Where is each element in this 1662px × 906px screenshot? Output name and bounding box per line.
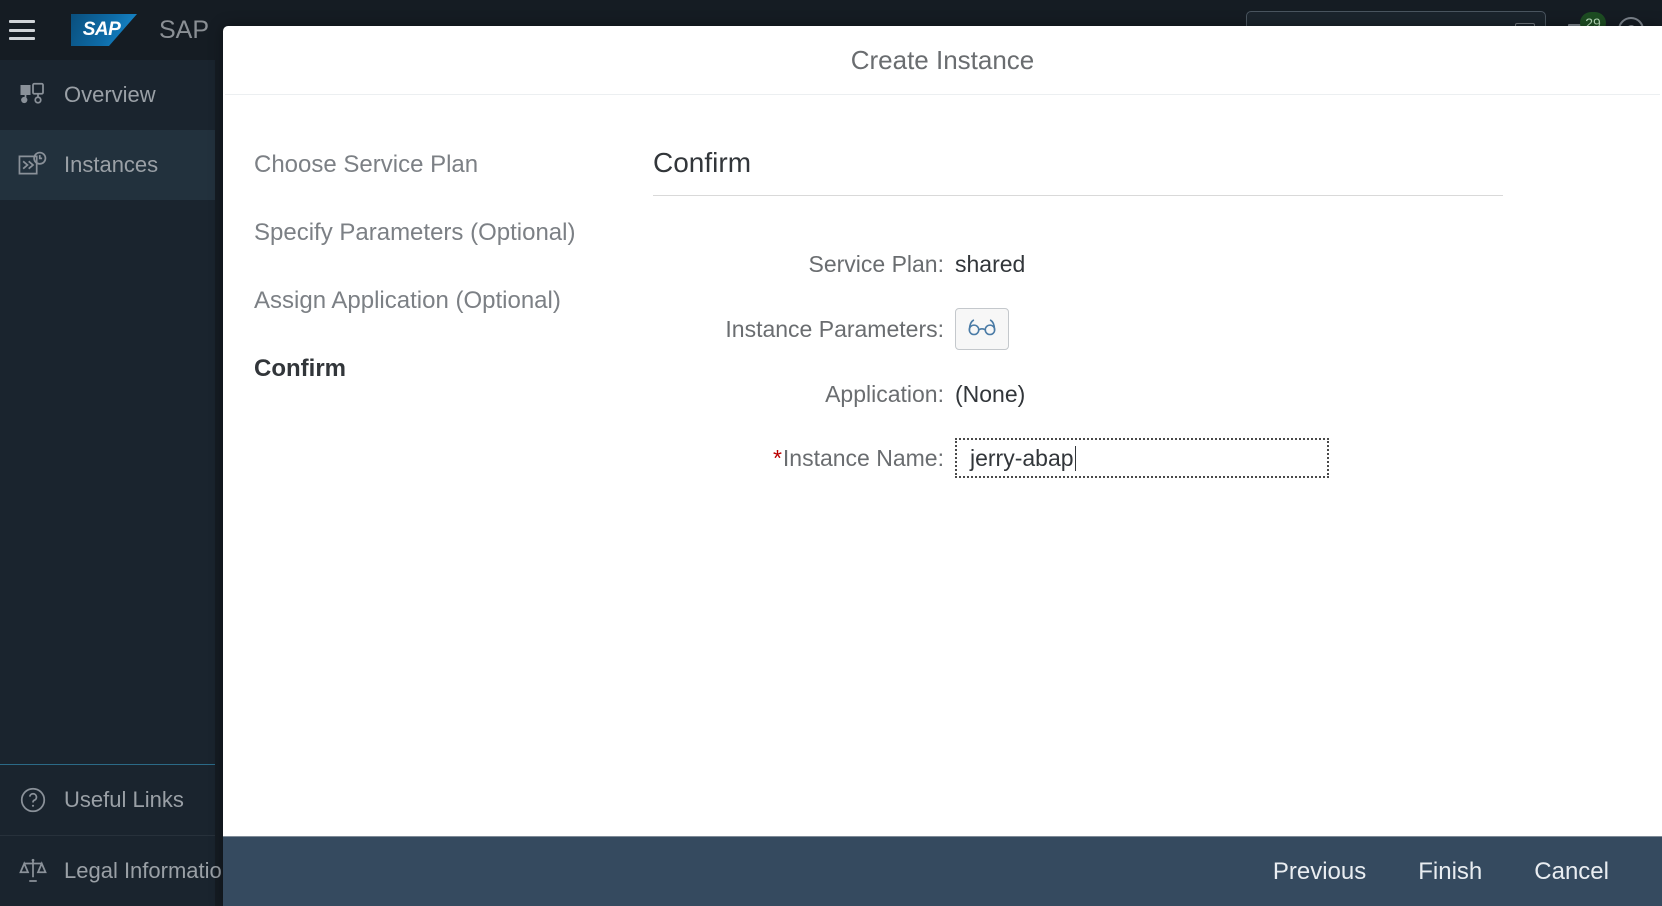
wizard-step-confirm[interactable]: Confirm <box>254 355 653 383</box>
service-plan-value: shared <box>955 251 1025 278</box>
application-value: (None) <box>955 381 1025 408</box>
sidebar-item-label: Instances <box>64 152 158 178</box>
sidebar-item-legal-information[interactable]: Legal Information <box>0 836 215 906</box>
dialog-body: Choose Service Plan Specify Parameters (… <box>223 95 1662 836</box>
sidebar-item-label: Legal Information <box>64 858 234 884</box>
app-root: SAP SAP 29 ? <box>0 0 1662 906</box>
instance-name-input[interactable]: jerry-abap <box>955 438 1329 478</box>
glasses-icon <box>967 317 997 342</box>
question-circle-icon <box>10 785 56 815</box>
sap-logo[interactable]: SAP <box>71 14 137 46</box>
sidebar-item-useful-links[interactable]: Useful Links <box>0 765 215 835</box>
pane-heading-rule <box>653 195 1503 196</box>
instance-name-label-text: Instance Name: <box>783 445 944 471</box>
instance-name-value: jerry-abap <box>970 445 1074 472</box>
sidebar-item-instances[interactable]: Instances <box>0 130 215 200</box>
finish-button[interactable]: Finish <box>1400 850 1500 894</box>
instances-icon <box>10 151 56 179</box>
form-row-service-plan: Service Plan: shared <box>653 244 1503 284</box>
dialog-title: Create Instance <box>223 26 1662 94</box>
sidebar: Overview Instances <box>0 60 215 906</box>
pane-heading: Confirm <box>653 147 1503 195</box>
sap-logo-text: SAP <box>83 19 121 41</box>
confirm-form: Service Plan: shared Instance Parameters… <box>653 244 1503 478</box>
instance-name-label: *Instance Name: <box>653 445 955 472</box>
sidebar-item-label: Useful Links <box>64 787 184 813</box>
view-instance-parameters-button[interactable] <box>955 308 1009 350</box>
form-row-application: Application: (None) <box>653 374 1503 414</box>
shell-app-title: SAP <box>159 16 209 45</box>
create-instance-dialog: Create Instance Choose Service Plan Spec… <box>223 26 1662 906</box>
sidebar-bottom-group: Useful Links Legal Information <box>0 764 215 906</box>
cancel-button[interactable]: Cancel <box>1516 850 1627 894</box>
wizard-step-choose-service-plan[interactable]: Choose Service Plan <box>254 151 653 179</box>
hamburger-menu-icon[interactable] <box>9 20 35 40</box>
dialog-footer: Previous Finish Cancel <box>223 836 1662 906</box>
sidebar-item-overview[interactable]: Overview <box>0 60 215 130</box>
form-row-instance-name: *Instance Name: jerry-abap <box>653 438 1503 478</box>
sidebar-item-label: Overview <box>64 82 156 108</box>
puzzle-icon <box>10 80 56 110</box>
wizard-steps: Choose Service Plan Specify Parameters (… <box>223 95 653 836</box>
instance-parameters-label: Instance Parameters: <box>653 316 955 343</box>
required-indicator: * <box>773 445 782 471</box>
text-cursor <box>1075 446 1077 471</box>
wizard-step-specify-parameters[interactable]: Specify Parameters (Optional) <box>254 219 653 247</box>
application-label: Application: <box>653 381 955 408</box>
previous-button[interactable]: Previous <box>1255 850 1384 894</box>
confirm-pane: Confirm Service Plan: shared Instance Pa… <box>653 95 1662 836</box>
scales-icon <box>10 856 56 886</box>
wizard-step-assign-application[interactable]: Assign Application (Optional) <box>254 287 653 315</box>
form-row-instance-parameters: Instance Parameters: <box>653 308 1503 350</box>
service-plan-label: Service Plan: <box>653 251 955 278</box>
